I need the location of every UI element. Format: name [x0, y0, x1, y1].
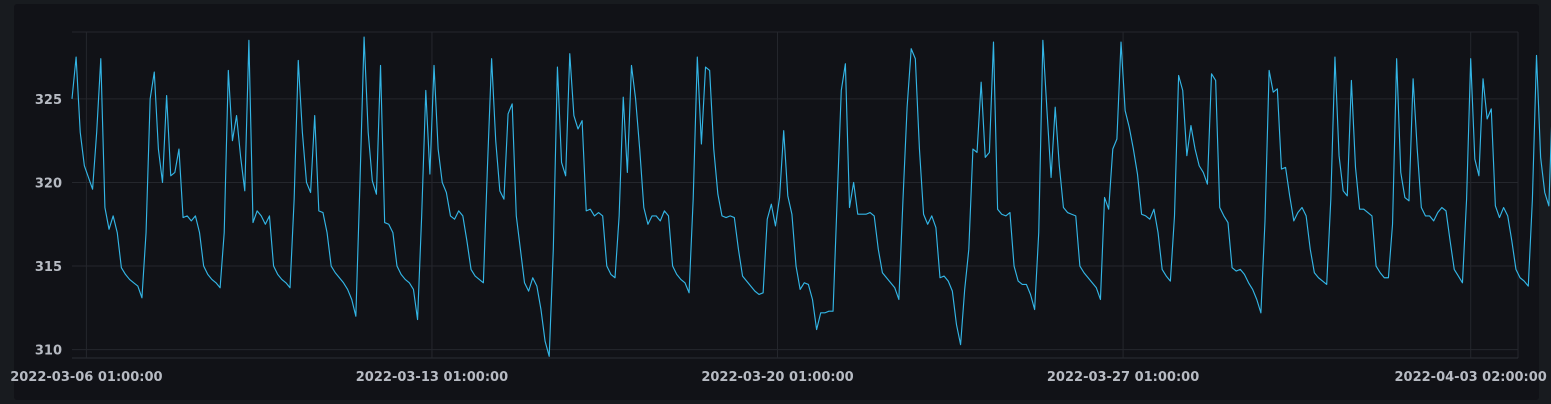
y-tick-label-320: 320 [35, 176, 62, 191]
y-tick-label-325: 325 [35, 93, 62, 108]
x-tick-label-1: 2022-03-06 01:00:00 [10, 370, 162, 385]
x-axis-tick-labels: 2022-03-06 01:00:00 2022-03-13 01:00:00 20… [10, 370, 1547, 385]
x-tick-label-2: 2022-03-13 01:00:00 [356, 370, 508, 385]
x-tick-label-3: 2022-03-20 01:00:00 [701, 370, 853, 385]
series-line [71, 36, 1551, 357]
y-axis-tick-labels: 310 315 320 325 [35, 93, 62, 359]
x-tick-label-4: 2022-03-27 01:00:00 [1047, 370, 1199, 385]
time-series-chart: 310315320325 2022-03-06 01:00:00 2022-03-… [10, 31, 1551, 385]
grid-lines [72, 31, 1519, 359]
y-tick-label-310: 310 [35, 344, 62, 359]
y-tick-label-315: 315 [35, 260, 62, 275]
x-tick-label-5: 2022-04-03 02:00:00 [1395, 370, 1547, 385]
